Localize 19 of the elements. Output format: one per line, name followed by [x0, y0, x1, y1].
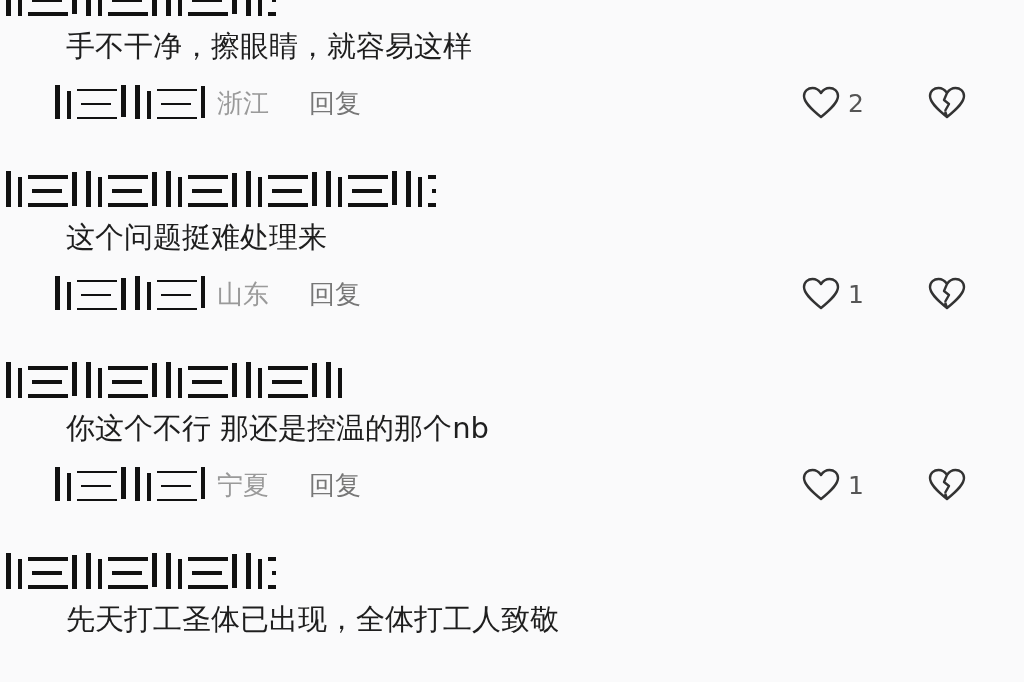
broken-heart-icon[interactable]: [928, 86, 966, 120]
like-count: 1: [848, 279, 865, 309]
heart-icon[interactable]: [802, 468, 840, 502]
broken-heart-icon[interactable]: [928, 468, 966, 502]
comment-text: 手不干净，擦眼睛，就容易这样: [66, 28, 473, 65]
like-count: 1: [848, 470, 865, 500]
comment-text: 先天打工圣体已出现，全体打工人致敬: [66, 601, 560, 638]
reply-link[interactable]: 回复: [309, 276, 361, 312]
comment-text: 这个问题挺难处理来: [66, 219, 328, 256]
comment-text: 你这个不行 那还是控温的那个nb: [66, 410, 490, 447]
like-count: 2: [848, 88, 865, 118]
location-label: 山东: [217, 277, 269, 311]
reply-link[interactable]: 回复: [309, 467, 361, 503]
reply-link[interactable]: 回复: [309, 85, 361, 121]
broken-heart-icon[interactable]: [928, 277, 966, 311]
heart-icon[interactable]: [802, 86, 840, 120]
location-label: 宁夏: [217, 468, 269, 502]
location-label: 浙江: [217, 86, 269, 120]
heart-icon[interactable]: [802, 277, 840, 311]
